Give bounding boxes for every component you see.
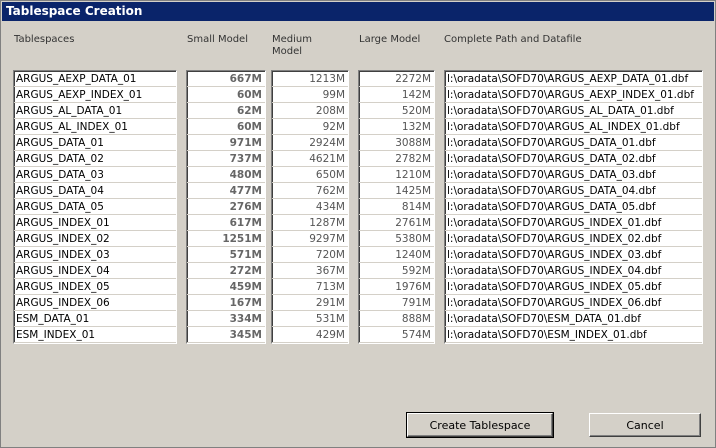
large-model-value: 5380M [359,231,434,247]
large-model-column: 2272M 142M 520M 132M 3088M 2782M 1210M 1425M 814… [358,70,435,344]
large-model-value: 888M [359,311,434,327]
large-model-value: 814M [359,199,434,215]
datafile-path-field[interactable]: l:\oradata\SOFD70\ESM_INDEX_01.dbf [445,327,702,343]
medium-model-value: 713M [272,279,348,295]
tablespace-name-field[interactable]: ARGUS_DATA_01 [14,135,176,151]
large-model-value: 132M [359,119,434,135]
tablespace-name-field[interactable]: ARGUS_INDEX_06 [14,295,176,311]
header-medium-model: Medium Model [272,34,312,57]
datafile-path-field[interactable]: l:\oradata\SOFD70\ARGUS_INDEX_01.dbf [445,215,702,231]
large-model-value: 2761M [359,215,434,231]
tablespace-name-field[interactable]: ARGUS_AL_INDEX_01 [14,119,176,135]
datafile-path-field[interactable]: l:\oradata\SOFD70\ARGUS_AL_DATA_01.dbf [445,103,702,119]
small-model-value: 667M [187,71,265,87]
small-model-value: 477M [187,183,265,199]
tablespace-name-field[interactable]: ARGUS_DATA_05 [14,199,176,215]
cancel-button[interactable]: Cancel [589,413,701,437]
large-model-value: 2782M [359,151,434,167]
tablespace-name-field[interactable]: ARGUS_INDEX_05 [14,279,176,295]
datafile-path-field[interactable]: l:\oradata\SOFD70\ARGUS_INDEX_04.dbf [445,263,702,279]
datafile-path-field[interactable]: l:\oradata\SOFD70\ARGUS_DATA_04.dbf [445,183,702,199]
create-tablespace-button[interactable]: Create Tablespace [406,412,554,438]
small-model-value: 459M [187,279,265,295]
large-model-value: 1976M [359,279,434,295]
large-model-value: 2272M [359,71,434,87]
datafile-path-field[interactable]: l:\oradata\SOFD70\ARGUS_DATA_01.dbf [445,135,702,151]
tablespace-name-field[interactable]: ARGUS_INDEX_02 [14,231,176,247]
header-large-model: Large Model [359,34,421,45]
tablespace-name-field[interactable]: ARGUS_INDEX_01 [14,215,176,231]
tablespace-creation-window: Tablespace Creation Tablespaces Small Mo… [0,0,716,448]
header-tablespaces: Tablespaces [14,34,75,45]
large-model-value: 142M [359,87,434,103]
medium-model-value: 291M [272,295,348,311]
medium-model-value: 1213M [272,71,348,87]
medium-model-value: 1287M [272,215,348,231]
medium-model-value: 720M [272,247,348,263]
tablespace-name-field[interactable]: ARGUS_INDEX_04 [14,263,176,279]
small-model-value: 167M [187,295,265,311]
medium-model-value: 762M [272,183,348,199]
medium-model-value: 531M [272,311,348,327]
small-model-value: 1251M [187,231,265,247]
path-column: l:\oradata\SOFD70\ARGUS_AEXP_DATA_01.dbf… [444,70,703,344]
small-model-value: 480M [187,167,265,183]
datafile-path-field[interactable]: l:\oradata\SOFD70\ARGUS_DATA_02.dbf [445,151,702,167]
datafile-path-field[interactable]: l:\oradata\SOFD70\ARGUS_INDEX_02.dbf [445,231,702,247]
datafile-path-field[interactable]: l:\oradata\SOFD70\ARGUS_INDEX_05.dbf [445,279,702,295]
tablespace-name-field[interactable]: ESM_DATA_01 [14,311,176,327]
window-title: Tablespace Creation [2,2,714,21]
datafile-path-field[interactable]: l:\oradata\SOFD70\ARGUS_DATA_05.dbf [445,199,702,215]
large-model-value: 520M [359,103,434,119]
tablespace-name-field[interactable]: ARGUS_AEXP_DATA_01 [14,71,176,87]
header-small-model: Small Model [187,34,248,45]
small-model-value: 345M [187,327,265,343]
datafile-path-field[interactable]: l:\oradata\SOFD70\ESM_DATA_01.dbf [445,311,702,327]
medium-model-value: 367M [272,263,348,279]
tablespace-name-field[interactable]: ARGUS_DATA_02 [14,151,176,167]
large-model-value: 574M [359,327,434,343]
small-model-value: 617M [187,215,265,231]
medium-model-value: 9297M [272,231,348,247]
small-model-value: 60M [187,119,265,135]
large-model-value: 592M [359,263,434,279]
tablespace-name-field[interactable]: ARGUS_DATA_04 [14,183,176,199]
medium-model-column: 1213M 99M 208M 92M 2924M 4621M 650M 762M 434M 128… [271,70,349,344]
medium-model-value: 92M [272,119,348,135]
medium-model-value: 2924M [272,135,348,151]
datafile-path-field[interactable]: l:\oradata\SOFD70\ARGUS_INDEX_03.dbf [445,247,702,263]
medium-model-value: 429M [272,327,348,343]
small-model-value: 971M [187,135,265,151]
tablespace-name-column: ARGUS_AEXP_DATA_01 ARGUS_AEXP_INDEX_01 ARG… [13,70,177,344]
datafile-path-field[interactable]: l:\oradata\SOFD70\ARGUS_AEXP_DATA_01.dbf [445,71,702,87]
small-model-value: 272M [187,263,265,279]
tablespace-name-field[interactable]: ESM_INDEX_01 [14,327,176,343]
large-model-value: 3088M [359,135,434,151]
small-model-value: 737M [187,151,265,167]
header-path: Complete Path and Datafile [444,34,582,45]
small-model-value: 334M [187,311,265,327]
medium-model-value: 650M [272,167,348,183]
large-model-value: 1240M [359,247,434,263]
datafile-path-field[interactable]: l:\oradata\SOFD70\ARGUS_INDEX_06.dbf [445,295,702,311]
small-model-column: 667M 60M 62M 60M 971M 737M 480M 477M 276M 617M 125… [186,70,266,344]
medium-model-value: 208M [272,103,348,119]
tablespace-name-field[interactable]: ARGUS_INDEX_03 [14,247,176,263]
datafile-path-field[interactable]: l:\oradata\SOFD70\ARGUS_DATA_03.dbf [445,167,702,183]
large-model-value: 1425M [359,183,434,199]
medium-model-value: 4621M [272,151,348,167]
large-model-value: 791M [359,295,434,311]
small-model-value: 62M [187,103,265,119]
small-model-value: 60M [187,87,265,103]
medium-model-value: 99M [272,87,348,103]
datafile-path-field[interactable]: l:\oradata\SOFD70\ARGUS_AL_INDEX_01.dbf [445,119,702,135]
tablespace-name-field[interactable]: ARGUS_AEXP_INDEX_01 [14,87,176,103]
small-model-value: 571M [187,247,265,263]
medium-model-value: 434M [272,199,348,215]
tablespace-name-field[interactable]: ARGUS_DATA_03 [14,167,176,183]
tablespace-name-field[interactable]: ARGUS_AL_DATA_01 [14,103,176,119]
large-model-value: 1210M [359,167,434,183]
datafile-path-field[interactable]: l:\oradata\SOFD70\ARGUS_AEXP_INDEX_01.db… [445,87,702,103]
small-model-value: 276M [187,199,265,215]
